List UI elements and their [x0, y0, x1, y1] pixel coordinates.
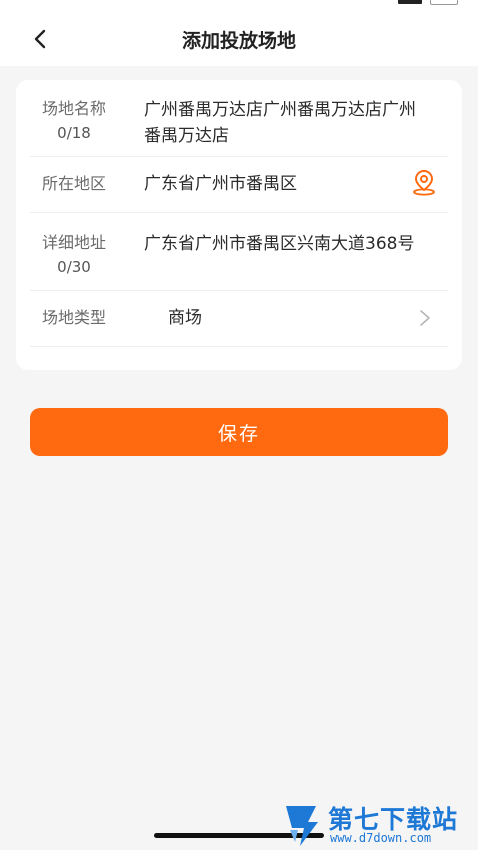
page-title: 添加投放场地	[181, 30, 296, 52]
form-row-name: 场地名称 0/18 广州番禺万达店广州番禺万达店广州番禺万达店	[30, 88, 448, 157]
address-label: 详细地址 0/30	[36, 231, 112, 279]
address-char-count: 0/30	[57, 258, 91, 276]
battery-icon	[430, 0, 458, 5]
status-icons	[398, 0, 458, 6]
name-label: 场地名称 0/18	[36, 97, 112, 145]
type-value[interactable]: 商场	[168, 305, 432, 331]
name-input[interactable]: 广州番禺万达店广州番禺万达店广州番禺万达店	[144, 97, 432, 149]
watermark: 第七下载站 www.d7down.com	[282, 798, 478, 850]
watermark-logo-icon	[286, 806, 318, 846]
watermark-url: www.d7down.com	[330, 831, 432, 845]
nav-bar: 添加投放场地	[0, 12, 478, 66]
address-label-text: 详细地址	[41, 233, 106, 252]
chevron-right-icon[interactable]	[418, 308, 432, 328]
name-label-text: 场地名称	[41, 99, 106, 118]
address-input[interactable]: 广东省广州市番禺区兴南大道368号	[144, 231, 432, 257]
region-value[interactable]: 广东省广州市番禺区	[144, 171, 432, 197]
form-row-type[interactable]: 场地类型 商场	[30, 290, 448, 347]
form-row-address: 详细地址 0/30 广东省广州市番禺区兴南大道368号	[30, 212, 448, 291]
type-label: 场地类型	[41, 308, 106, 327]
region-label: 所在地区	[41, 174, 106, 193]
location-pin-icon[interactable]	[410, 168, 438, 196]
venue-form-card: 场地名称 0/18 广州番禺万达店广州番禺万达店广州番禺万达店 所在地区 广东省…	[16, 80, 462, 370]
form-row-region: 所在地区 广东省广州市番禺区	[30, 156, 448, 213]
status-bar	[0, 0, 478, 12]
signal-icon	[398, 0, 422, 4]
name-char-count: 0/18	[57, 124, 91, 142]
save-button[interactable]: 保存	[30, 408, 448, 456]
